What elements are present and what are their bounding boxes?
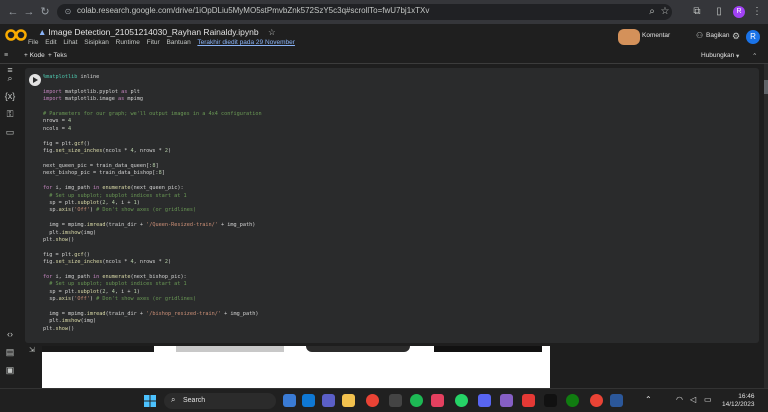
sidebar-icon[interactable]: ▯: [712, 5, 726, 19]
edge-icon[interactable]: [302, 394, 315, 407]
output-image: [434, 346, 542, 352]
notebook-title[interactable]: ▲ Image Detection_21051214030_Rayhan Rain…: [38, 27, 276, 38]
taskbar-search[interactable]: ⌕ Search: [164, 393, 276, 409]
address-bar[interactable]: ⊙ colab.research.google.com/drive/1iOpDL…: [57, 4, 672, 20]
instagram-icon[interactable]: [431, 394, 444, 407]
variables-icon[interactable]: {x}: [4, 90, 16, 102]
whatsapp-icon[interactable]: [455, 394, 468, 407]
menu-edit[interactable]: Edit: [45, 39, 56, 46]
menu-icon[interactable]: ⋮: [750, 5, 764, 19]
code-snippets-icon[interactable]: ‹›: [4, 328, 16, 340]
xbox-icon[interactable]: [566, 394, 579, 407]
share-icon[interactable]: ⚇: [696, 31, 703, 40]
menu-icon[interactable]: ≡: [4, 52, 8, 59]
notebook-content: %matplotlib inline import matplotlib.pyp…: [20, 64, 764, 388]
left-sidebar: ≡ ⌕ {x} ⚿ ▭ ‹› ▤ ▣: [0, 64, 20, 388]
extensions-icon[interactable]: ⧉: [690, 5, 704, 19]
avatar[interactable]: R: [733, 6, 745, 18]
add-text-button[interactable]: + Teks: [48, 52, 67, 59]
url-text: colab.research.google.com/drive/1iOpDLiu…: [77, 6, 430, 15]
code-cell[interactable]: %matplotlib inline import matplotlib.pyp…: [25, 68, 759, 343]
scrollbar[interactable]: [764, 64, 768, 388]
star-icon[interactable]: ☆: [658, 5, 672, 19]
chevron-up-icon[interactable]: ⌃: [645, 395, 652, 404]
spotify-icon[interactable]: [410, 394, 423, 407]
search-icon[interactable]: ⌕: [4, 72, 16, 84]
chevron-down-icon[interactable]: ▾: [736, 52, 739, 60]
connect-button[interactable]: Hubungkan: [701, 52, 734, 59]
code-editor[interactable]: %matplotlib inline import matplotlib.pyp…: [43, 74, 262, 333]
file-explorer-icon[interactable]: [342, 394, 355, 407]
cell-output-images: [42, 346, 550, 388]
clock-date: 14/12/2023: [722, 401, 755, 408]
search-icon[interactable]: ⌕: [645, 5, 659, 19]
forward-icon[interactable]: →: [22, 5, 36, 19]
task-view-icon[interactable]: [283, 394, 296, 407]
scrollbar-thumb[interactable]: [764, 80, 768, 94]
share-button[interactable]: Bagikan: [706, 32, 730, 39]
add-code-button[interactable]: + Kode: [24, 52, 45, 59]
discord-icon[interactable]: [478, 394, 491, 407]
windows-taskbar: ⌕ Search ⌃ ◠ ◁ ▭ 16:46 14/12/2023: [0, 388, 768, 412]
chevron-up-icon[interactable]: ⌃: [752, 52, 757, 60]
windows-start-icon[interactable]: [144, 395, 156, 407]
reload-icon[interactable]: ↻: [38, 5, 52, 19]
search-placeholder: Search: [183, 397, 206, 404]
colab-logo-icon: [5, 29, 27, 41]
output-image: [306, 346, 410, 352]
notebook-menu: File Edit Lihat Sisipkan Runtime Fitur B…: [28, 39, 300, 46]
wifi-icon[interactable]: ◠: [676, 395, 683, 404]
menu-help[interactable]: Bantuan: [166, 39, 190, 46]
volume-icon[interactable]: ◁: [690, 395, 696, 404]
colab-header: ▲ Image Detection_21051214030_Rayhan Rain…: [0, 24, 768, 50]
teams-icon[interactable]: [322, 394, 335, 407]
output-image: [176, 346, 284, 352]
menu-insert[interactable]: Sisipkan: [84, 39, 109, 46]
notebook-toolbar: ≡ + Kode + Teks Hubungkan ▾ ⌃: [0, 50, 768, 64]
drive-icon: ▲: [38, 27, 47, 37]
browser-toolbar: ← → ↻ ⊙ colab.research.google.com/drive/…: [0, 0, 768, 24]
search-icon: ⌕: [171, 395, 176, 404]
command-palette-icon[interactable]: ▤: [4, 346, 16, 358]
terminal-icon[interactable]: ▣: [4, 364, 16, 376]
menu-file[interactable]: File: [28, 39, 38, 46]
menu-runtime[interactable]: Runtime: [116, 39, 140, 46]
user-avatar[interactable]: R: [746, 30, 760, 44]
secrets-icon[interactable]: ⚿: [4, 108, 16, 120]
clock-time: 16:46: [738, 393, 755, 400]
site-info-icon[interactable]: ⊙: [61, 5, 75, 19]
output-menu-icon[interactable]: ⇲: [29, 346, 37, 354]
cat-sticker-image: [618, 29, 640, 45]
tiktok-icon[interactable]: [544, 394, 557, 407]
comment-button[interactable]: Komentar: [642, 32, 670, 39]
chrome-icon[interactable]: [366, 394, 379, 407]
files-icon[interactable]: ▭: [4, 126, 16, 138]
chrome-active-icon[interactable]: [590, 394, 603, 407]
last-edited-link[interactable]: Terakhir diedit pada 29 November: [197, 39, 295, 46]
battery-icon[interactable]: ▭: [704, 395, 712, 404]
output-image: [42, 346, 154, 352]
word-icon[interactable]: [610, 394, 623, 407]
calendar-app-icon[interactable]: [389, 394, 402, 407]
back-icon[interactable]: ←: [6, 5, 20, 19]
system-clock[interactable]: 16:46 14/12/2023: [722, 393, 755, 409]
visual-studio-icon[interactable]: [500, 394, 513, 407]
menu-view[interactable]: Lihat: [63, 39, 77, 46]
settings-icon[interactable]: ⚙: [732, 31, 740, 42]
star-icon[interactable]: ☆: [268, 27, 276, 37]
app-icon[interactable]: [522, 394, 535, 407]
run-cell-button[interactable]: [29, 74, 41, 86]
menu-tools[interactable]: Fitur: [147, 39, 160, 46]
